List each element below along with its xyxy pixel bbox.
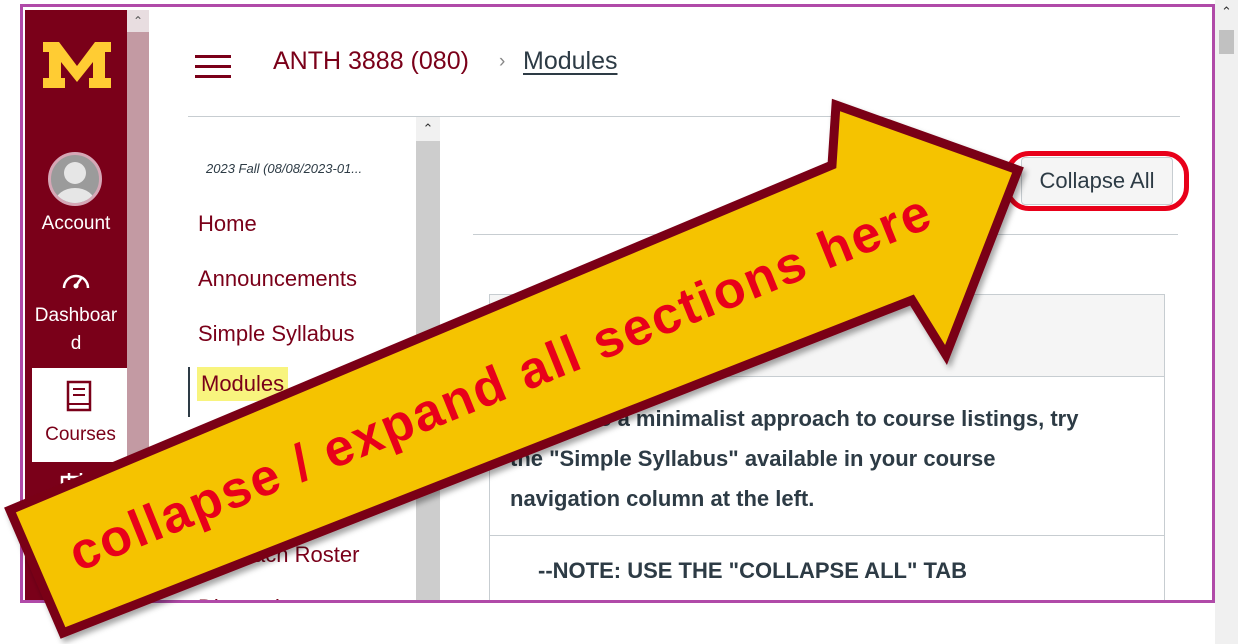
course-nav-discussions[interactable]: Discussions xyxy=(198,595,315,600)
course-nav-scrollbar[interactable]: ⌃ xyxy=(416,117,440,600)
module-panel: If you like a minimalist approach to cou… xyxy=(489,294,1165,600)
scroll-up-icon[interactable]: ⌃ xyxy=(416,117,440,141)
scroll-thumb[interactable] xyxy=(1219,30,1234,54)
course-nav-announcements[interactable]: Announcements xyxy=(198,266,357,292)
courses-icon xyxy=(66,380,92,412)
hamburger-menu-button[interactable] xyxy=(195,55,231,79)
course-nav: 2023 Fall (08/08/2023-01... Home Announc… xyxy=(188,117,416,600)
course-nav-zoom[interactable]: Zoom xyxy=(198,431,254,457)
course-nav-home[interactable]: Home xyxy=(198,211,257,237)
scroll-up-icon[interactable]: ⌃ xyxy=(127,10,149,32)
avatar[interactable] xyxy=(48,152,102,206)
browser-frame: Account Dashboar d Courses ⌃ ANTH 3888 (… xyxy=(20,4,1215,603)
course-nav-modules[interactable]: Modules xyxy=(188,367,289,417)
breadcrumb-current[interactable]: Modules xyxy=(523,47,618,76)
module-item-text: If you like a minimalist approach to cou… xyxy=(510,406,1079,511)
module-header[interactable] xyxy=(490,295,1164,377)
module-note: --NOTE: USE THE "COLLAPSE ALL" TAB xyxy=(538,558,968,583)
dashboard-label-line2: d xyxy=(70,333,82,354)
module-divider xyxy=(490,535,1164,536)
course-nav-modules-label: Modules xyxy=(197,367,289,401)
breadcrumb-separator-icon: › xyxy=(499,51,506,72)
courses-label: Courses xyxy=(45,424,116,445)
breadcrumb-course-link[interactable]: ANTH 3888 (080) xyxy=(273,47,469,76)
account-link[interactable]: Account xyxy=(25,210,127,238)
highlight-ring xyxy=(1005,151,1189,211)
global-nav: Account Dashboar d Courses xyxy=(25,10,129,600)
dashboard-link[interactable]: Dashboar d xyxy=(25,302,127,358)
term-label: 2023 Fall (08/08/2023-01... xyxy=(206,161,363,176)
university-logo[interactable] xyxy=(39,32,115,102)
course-nav-outreach-roster[interactable]: Outreach Roster xyxy=(198,542,359,568)
courses-link[interactable]: Courses xyxy=(32,368,129,462)
content-divider xyxy=(473,234,1178,235)
dashboard-icon xyxy=(62,274,90,289)
user-icon xyxy=(55,162,95,203)
page-scrollbar[interactable]: ⌃ xyxy=(1215,0,1238,644)
course-nav-simple-syllabus[interactable]: Simple Syllabus xyxy=(198,321,355,347)
dashboard-label-line1: Dashboar xyxy=(34,305,118,326)
global-nav-scrollbar[interactable]: ⌃ xyxy=(127,10,149,600)
scroll-up-icon[interactable]: ⌃ xyxy=(1215,4,1238,24)
calendar-icon xyxy=(60,473,90,502)
